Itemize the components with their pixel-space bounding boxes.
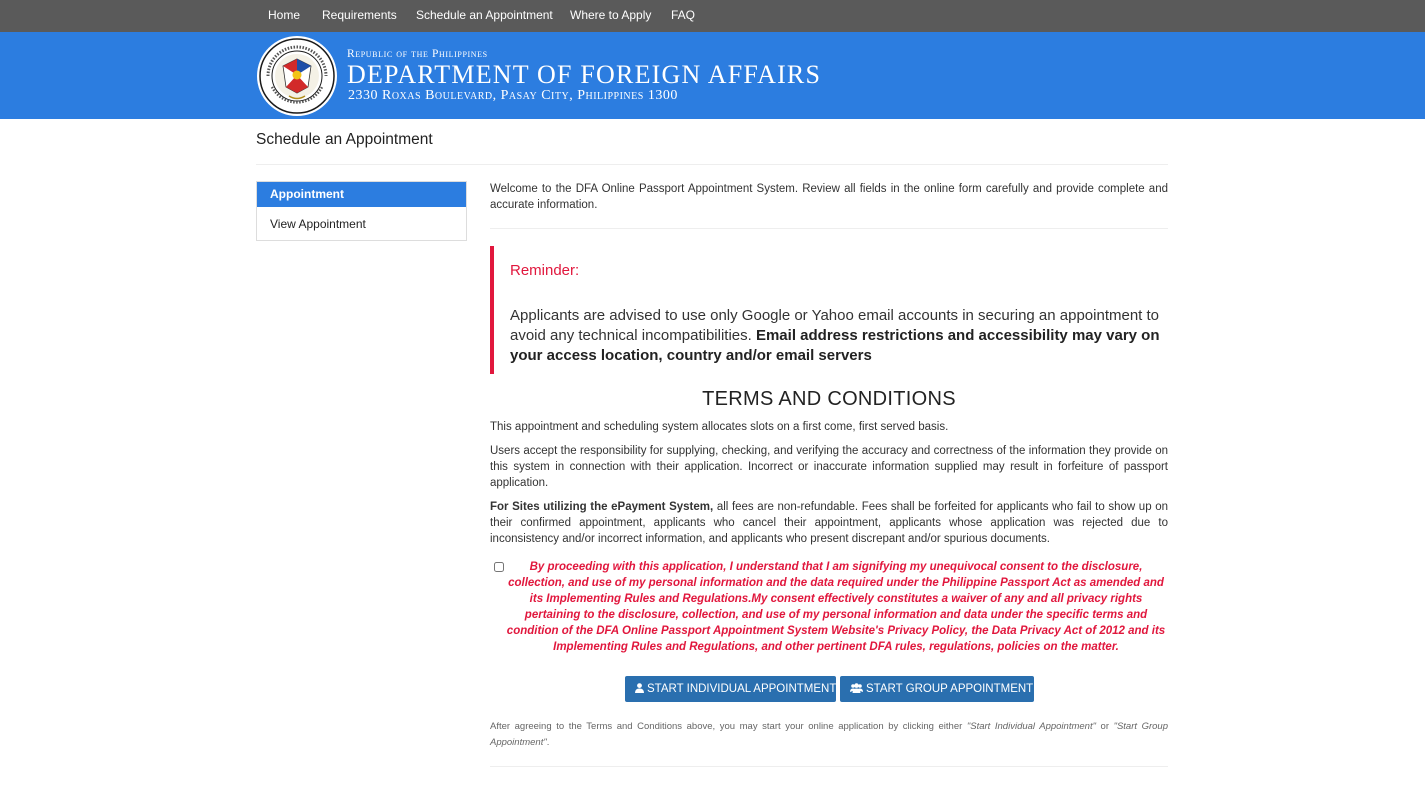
terms-title: TERMS AND CONDITIONS [702, 388, 956, 410]
banner-address: 2330 Roxas Boulevard, Pasay City, Philip… [348, 88, 678, 103]
sidebar-item-view-appointment[interactable]: View Appointment [257, 212, 466, 237]
after-text-end: . [546, 737, 550, 748]
nav-schedule-appointment[interactable]: Schedule an Appointment [416, 0, 553, 32]
consent-text: By proceeding with this application, I u… [506, 561, 1166, 653]
nav-where-to-apply[interactable]: Where to Apply [570, 0, 651, 32]
reminder-title: Reminder: [510, 262, 580, 279]
sidebar-menu: Appointment View Appointment [256, 181, 467, 241]
start-group-appointment-button[interactable]: START GROUP APPOINTMENT [840, 676, 1034, 702]
reminder-body: Applicants are advised to use only Googl… [510, 306, 1160, 366]
start-group-label: START GROUP APPOINTMENT [866, 683, 1034, 695]
welcome-text: Welcome to the DFA Online Passport Appoi… [490, 183, 1168, 211]
terms-paragraph-1: This appointment and scheduling system a… [490, 421, 949, 433]
users-icon [850, 683, 863, 693]
after-text-individual: "Start Individual Appointment" [966, 721, 1096, 732]
nav-requirements[interactable]: Requirements [322, 0, 397, 32]
dfa-seal-icon [257, 36, 337, 116]
divider [490, 228, 1168, 229]
after-text-pre: After agreeing to the Terms and Conditio… [490, 721, 963, 732]
terms-paragraph-3: For Sites utilizing the ePayment System,… [490, 499, 1168, 547]
start-individual-label: START INDIVIDUAL APPOINTMENT [647, 683, 837, 695]
user-icon [635, 683, 644, 693]
start-individual-appointment-button[interactable]: START INDIVIDUAL APPOINTMENT [625, 676, 836, 702]
nav-home[interactable]: Home [268, 0, 300, 32]
terms-paragraph-2: Users accept the responsibility for supp… [490, 445, 1168, 489]
banner-republic: Republic of the Philippines [347, 48, 488, 60]
divider [256, 164, 1168, 165]
after-text-or: or [1100, 721, 1109, 732]
reminder-box: Reminder: Applicants are advised to use … [490, 246, 1168, 374]
after-instructions: After agreeing to the Terms and Conditio… [490, 719, 1168, 751]
nav-faq[interactable]: FAQ [671, 0, 695, 32]
header-banner: Republic of the Philippines DEPARTMENT O… [0, 32, 1425, 119]
top-nav: Home Requirements Schedule an Appointmen… [0, 0, 1425, 32]
page-title: Schedule an Appointment [256, 131, 433, 148]
consent-checkbox[interactable] [494, 562, 504, 572]
banner-department: DEPARTMENT OF FOREIGN AFFAIRS [347, 60, 822, 89]
sidebar-item-appointment[interactable]: Appointment [257, 182, 466, 207]
divider [490, 766, 1168, 767]
terms-paragraph-3-bold: For Sites utilizing the ePayment System, [490, 501, 714, 513]
